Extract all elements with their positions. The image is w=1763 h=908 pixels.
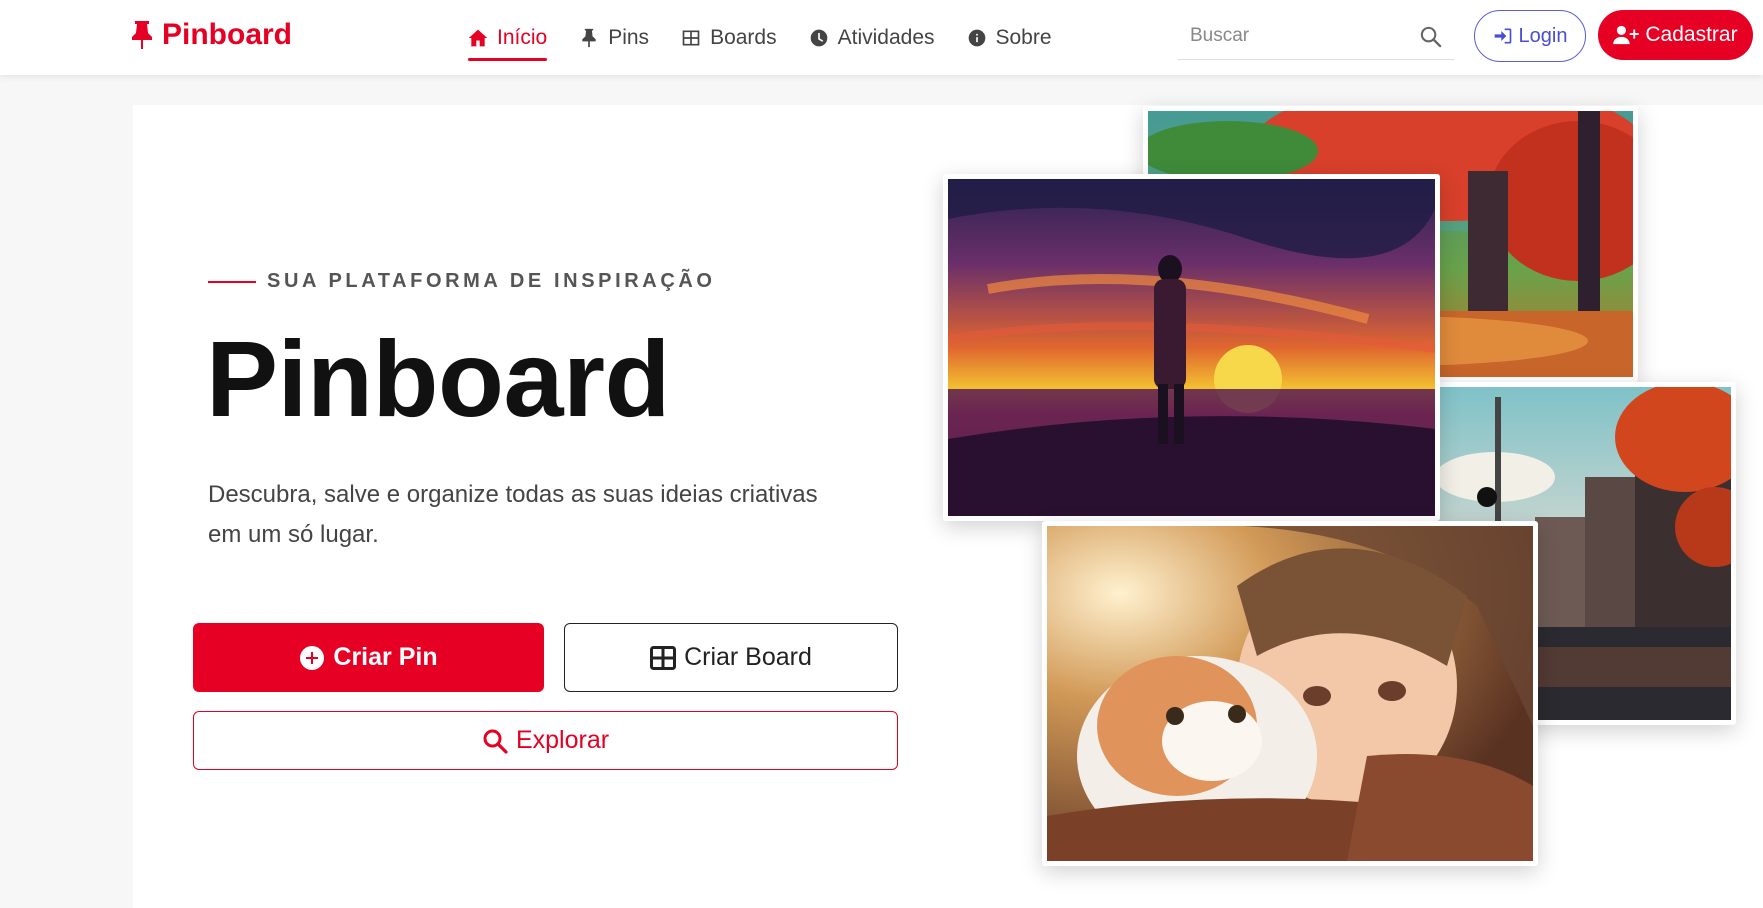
create-board-label: Criar Board — [684, 643, 812, 671]
nav-item-atividades[interactable]: Atividades — [793, 0, 951, 75]
grid-icon — [682, 30, 700, 45]
explore-button[interactable]: Explorar — [193, 711, 898, 770]
main-nav: Início Pins Boards Atividades Sobre — [452, 0, 1068, 75]
nav-item-label: Atividades — [837, 25, 935, 49]
search-icon — [483, 729, 508, 754]
sign-in-icon — [1494, 28, 1511, 44]
pushpin-icon — [132, 21, 152, 49]
home-icon — [468, 29, 488, 46]
nav-item-boards[interactable]: Boards — [665, 0, 793, 75]
collage-image-sunset-girl[interactable] — [943, 174, 1440, 521]
search-icon[interactable] — [1419, 25, 1442, 48]
explore-label: Explorar — [515, 726, 610, 754]
hero-description: Descubra, salve e organize todas as suas… — [208, 481, 818, 548]
hero-title: Pinboard — [206, 318, 671, 439]
nav-item-label: Boards — [710, 25, 777, 49]
top-navbar: Pinboard Início Pins Boards Atividades S… — [0, 0, 1763, 75]
eyebrow-line — [208, 280, 256, 283]
eyebrow-text: SUA PLATAFORMA DE INSPIRAÇÃO — [267, 270, 716, 292]
nav-item-inicio[interactable]: Início — [452, 0, 563, 75]
login-label: Login — [1518, 24, 1568, 47]
hero-eyebrow: SUA PLATAFORMA DE INSPIRAÇÃO — [208, 270, 716, 293]
nav-item-label: Pins — [608, 25, 650, 49]
signup-button[interactable]: Cadastrar — [1598, 10, 1753, 60]
girl-with-cat-illustration — [1047, 526, 1533, 861]
create-board-button[interactable]: Criar Board — [564, 623, 898, 692]
brand-logo[interactable]: Pinboard — [130, 18, 292, 52]
user-plus-icon — [1613, 25, 1640, 45]
nav-item-label: Início — [497, 25, 548, 49]
info-icon — [968, 29, 985, 46]
nav-item-label: Sobre — [995, 25, 1052, 49]
plus-circle-icon — [300, 645, 325, 670]
collage-image-girl-with-cat[interactable] — [1042, 521, 1538, 866]
search-box — [1178, 14, 1454, 60]
login-button[interactable]: Login — [1474, 10, 1586, 62]
nav-item-pins[interactable]: Pins — [563, 0, 665, 75]
brand-name: Pinboard — [162, 18, 293, 51]
clock-icon — [810, 29, 827, 46]
nav-item-sobre[interactable]: Sobre — [951, 0, 1068, 75]
sunset-girl-illustration — [948, 179, 1435, 516]
pin-icon — [582, 28, 596, 47]
create-pin-button[interactable]: Criar Pin — [193, 623, 544, 692]
create-pin-label: Criar Pin — [333, 643, 438, 671]
search-input[interactable] — [1190, 22, 1410, 50]
signup-label: Cadastrar — [1645, 23, 1738, 46]
table-icon — [650, 645, 677, 670]
